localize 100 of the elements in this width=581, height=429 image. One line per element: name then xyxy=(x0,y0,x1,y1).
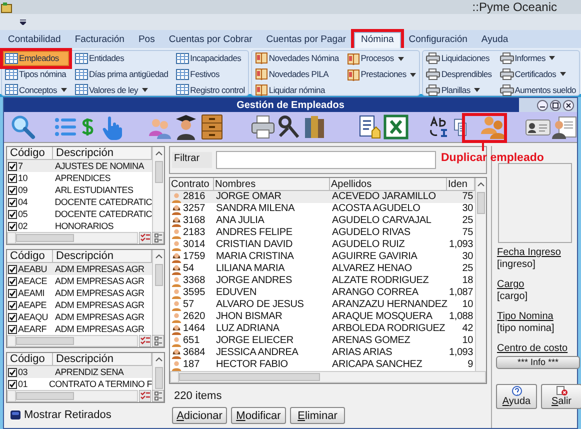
horizontal-scrollbar[interactable] xyxy=(7,390,138,402)
column-header[interactable]: Código xyxy=(7,147,53,159)
ribbon-button[interactable]: Incapacidades xyxy=(174,51,247,66)
printer-icon[interactable] xyxy=(250,114,276,140)
table-cell-text: ARANZAZU HERNANDEZ xyxy=(331,299,447,311)
checkbox[interactable] xyxy=(8,210,17,218)
checkbox[interactable] xyxy=(8,198,17,206)
show-retired-label[interactable]: Mostrar Retirados xyxy=(24,406,112,424)
column-header[interactable]: Código xyxy=(7,250,53,262)
scroll-thumb[interactable] xyxy=(179,373,320,381)
checkbox[interactable] xyxy=(8,186,17,194)
excel-icon[interactable] xyxy=(382,114,409,140)
filter-field[interactable] xyxy=(216,151,436,169)
caret-icon xyxy=(60,88,67,92)
horizontal-scrollbar[interactable] xyxy=(7,335,138,347)
table-cell-text: 10 xyxy=(461,335,474,347)
ribbon-button[interactable]: Conceptos xyxy=(3,82,69,98)
ribbon-button[interactable]: Festivos xyxy=(174,66,247,82)
ribbon-button[interactable]: Aumentos sueldo xyxy=(498,82,578,98)
ribbon-tab[interactable]: Cuentas por Pagar xyxy=(260,32,352,48)
vertical-scrollbar[interactable] xyxy=(152,147,164,232)
duplicate-people-icon[interactable] xyxy=(479,114,507,140)
column-header[interactable]: Nombres xyxy=(214,178,330,190)
ribbon-tab[interactable]: Cuentas por Cobrar xyxy=(162,32,258,48)
ribbon-button[interactable]: Valores de ley xyxy=(72,82,170,98)
ribbon-button[interactable]: Certificados xyxy=(498,66,578,82)
checkbox[interactable] xyxy=(8,312,17,322)
help-button[interactable]: Ayuda xyxy=(496,384,537,409)
exit-button[interactable]: Salir xyxy=(541,384,581,409)
minimize-icon[interactable] xyxy=(537,100,548,110)
ribbon-button[interactable]: Días prima antigüedad xyxy=(72,66,170,82)
ribbon-button[interactable]: Novedades Nómina xyxy=(252,51,341,66)
column-header[interactable]: Código xyxy=(7,353,53,365)
ribbon-button[interactable]: Liquidar nómina xyxy=(252,82,341,98)
vertical-scrollbar[interactable] xyxy=(475,178,486,371)
ribbon-button[interactable]: Liquidaciones xyxy=(424,51,494,66)
ribbon-button[interactable]: Planillas xyxy=(424,82,494,98)
action-button[interactable]: Modificar xyxy=(231,406,286,424)
ribbon-tab[interactable]: Ayuda xyxy=(475,32,514,48)
scroll-up-icon[interactable] xyxy=(154,252,162,260)
scroll-thumb[interactable] xyxy=(16,337,74,345)
column-header[interactable]: Contrato xyxy=(170,178,214,190)
ribbon-tab[interactable]: Nómina xyxy=(354,32,401,48)
vertical-scrollbar[interactable] xyxy=(152,250,164,335)
check-all-icon[interactable] xyxy=(139,390,151,402)
action-button[interactable]: Adicionar xyxy=(172,406,227,424)
scroll-thumb[interactable] xyxy=(154,161,162,183)
ribbon-button[interactable]: Tipos nómina xyxy=(3,66,69,82)
uncheck-all-icon[interactable] xyxy=(152,335,164,347)
action-button[interactable]: Eliminar xyxy=(290,406,345,424)
employee-card-icon[interactable] xyxy=(551,114,577,140)
file-cabinet-icon[interactable] xyxy=(198,114,225,140)
toggle-icon[interactable] xyxy=(10,410,21,420)
scroll-thumb[interactable] xyxy=(477,192,486,214)
ribbon-button[interactable]: Novedades PILA xyxy=(252,66,341,82)
checkbox[interactable] xyxy=(8,162,17,170)
search-icon[interactable] xyxy=(10,114,36,140)
uncheck-all-icon[interactable] xyxy=(152,232,164,244)
maximize-icon[interactable] xyxy=(550,100,561,110)
uncheck-all-icon[interactable] xyxy=(152,390,164,402)
scroll-thumb[interactable] xyxy=(154,367,162,389)
checkbox[interactable] xyxy=(8,276,17,286)
ribbon-button[interactable]: Prestaciones xyxy=(344,67,418,82)
horizontal-scrollbar[interactable] xyxy=(170,371,486,383)
scroll-thumb[interactable] xyxy=(16,392,74,400)
checkbox[interactable] xyxy=(8,264,17,274)
checkbox[interactable] xyxy=(8,368,17,376)
table-cell-text: ADM EMPRESAS AGR xyxy=(54,323,144,335)
ribbon-tab[interactable]: Configuración xyxy=(402,32,474,48)
ribbon-button[interactable]: Procesos xyxy=(344,51,418,66)
ribbon-button[interactable]: Informes xyxy=(498,51,578,66)
table-cell-text: JHON BISMAR xyxy=(215,311,284,323)
ribbon-button[interactable]: Registro control xyxy=(174,82,247,98)
checkbox[interactable] xyxy=(8,380,17,388)
scroll-thumb[interactable] xyxy=(16,234,74,242)
scroll-up-icon[interactable] xyxy=(154,355,162,363)
checkbox[interactable] xyxy=(8,300,17,310)
column-header[interactable]: Apellidos xyxy=(330,178,447,190)
window-title: Gestión de Empleados xyxy=(236,98,344,112)
document-edit-icon[interactable] xyxy=(356,114,383,140)
ribbon-button[interactable]: Desprendibles xyxy=(424,66,494,82)
check-all-icon[interactable] xyxy=(139,335,151,347)
checkbox[interactable] xyxy=(8,174,17,182)
horizontal-scrollbar[interactable] xyxy=(7,232,138,244)
ribbon-button[interactable]: Entidades xyxy=(72,51,170,66)
scroll-thumb[interactable] xyxy=(154,264,162,286)
checkbox[interactable] xyxy=(8,324,17,334)
checkbox[interactable] xyxy=(8,288,17,298)
close-icon[interactable] xyxy=(563,100,574,110)
quick-access-menu-icon[interactable] xyxy=(20,19,26,25)
ribbon-button[interactable]: Empleados xyxy=(3,51,69,66)
check-all-icon[interactable] xyxy=(139,232,151,244)
ribbon-tab[interactable]: Contabilidad xyxy=(2,32,67,48)
scroll-up-icon[interactable] xyxy=(477,180,486,188)
vertical-scrollbar[interactable] xyxy=(152,353,164,390)
info-button[interactable]: *** Info *** xyxy=(496,356,580,369)
ribbon-tab[interactable]: Pos xyxy=(132,32,161,48)
ribbon-tab[interactable]: Facturación xyxy=(68,32,130,48)
scroll-up-icon[interactable] xyxy=(154,149,162,157)
checkbox[interactable] xyxy=(8,222,17,230)
